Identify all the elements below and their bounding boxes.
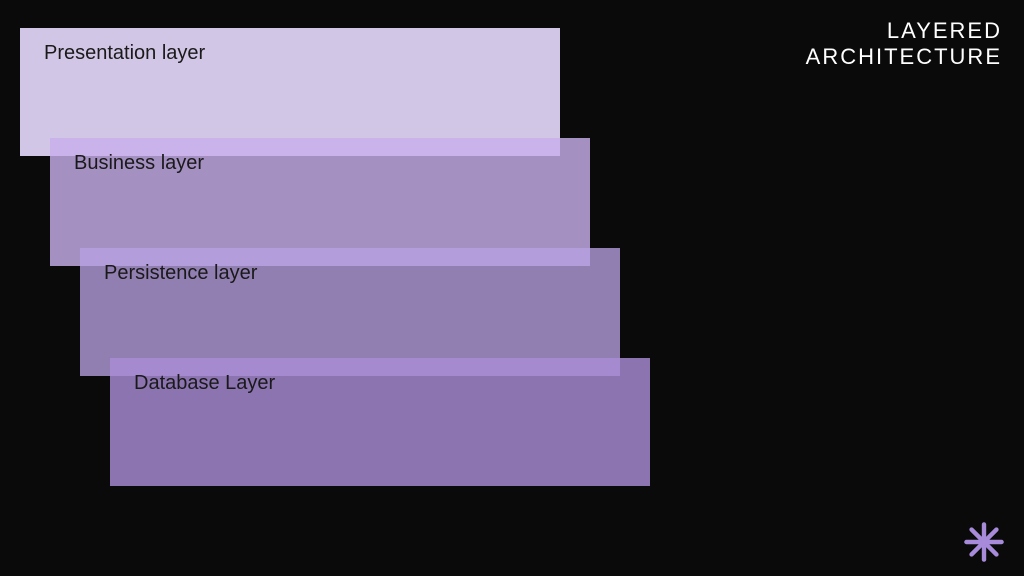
layer-persistence: Persistence layer bbox=[80, 248, 620, 376]
layer-database: Database Layer bbox=[110, 358, 650, 486]
layer-business: Business layer bbox=[50, 138, 590, 266]
title-line-1: LAYERED bbox=[806, 18, 1002, 44]
title-line-2: ARCHITECTURE bbox=[806, 44, 1002, 70]
layer-presentation: Presentation layer bbox=[20, 28, 560, 156]
layer-label: Persistence layer bbox=[104, 262, 257, 284]
layer-label: Business layer bbox=[74, 152, 204, 174]
layer-label: Presentation layer bbox=[44, 42, 205, 64]
layer-label: Database Layer bbox=[134, 372, 275, 394]
page-title: LAYERED ARCHITECTURE bbox=[806, 18, 1002, 71]
asterisk-icon bbox=[962, 520, 1006, 564]
